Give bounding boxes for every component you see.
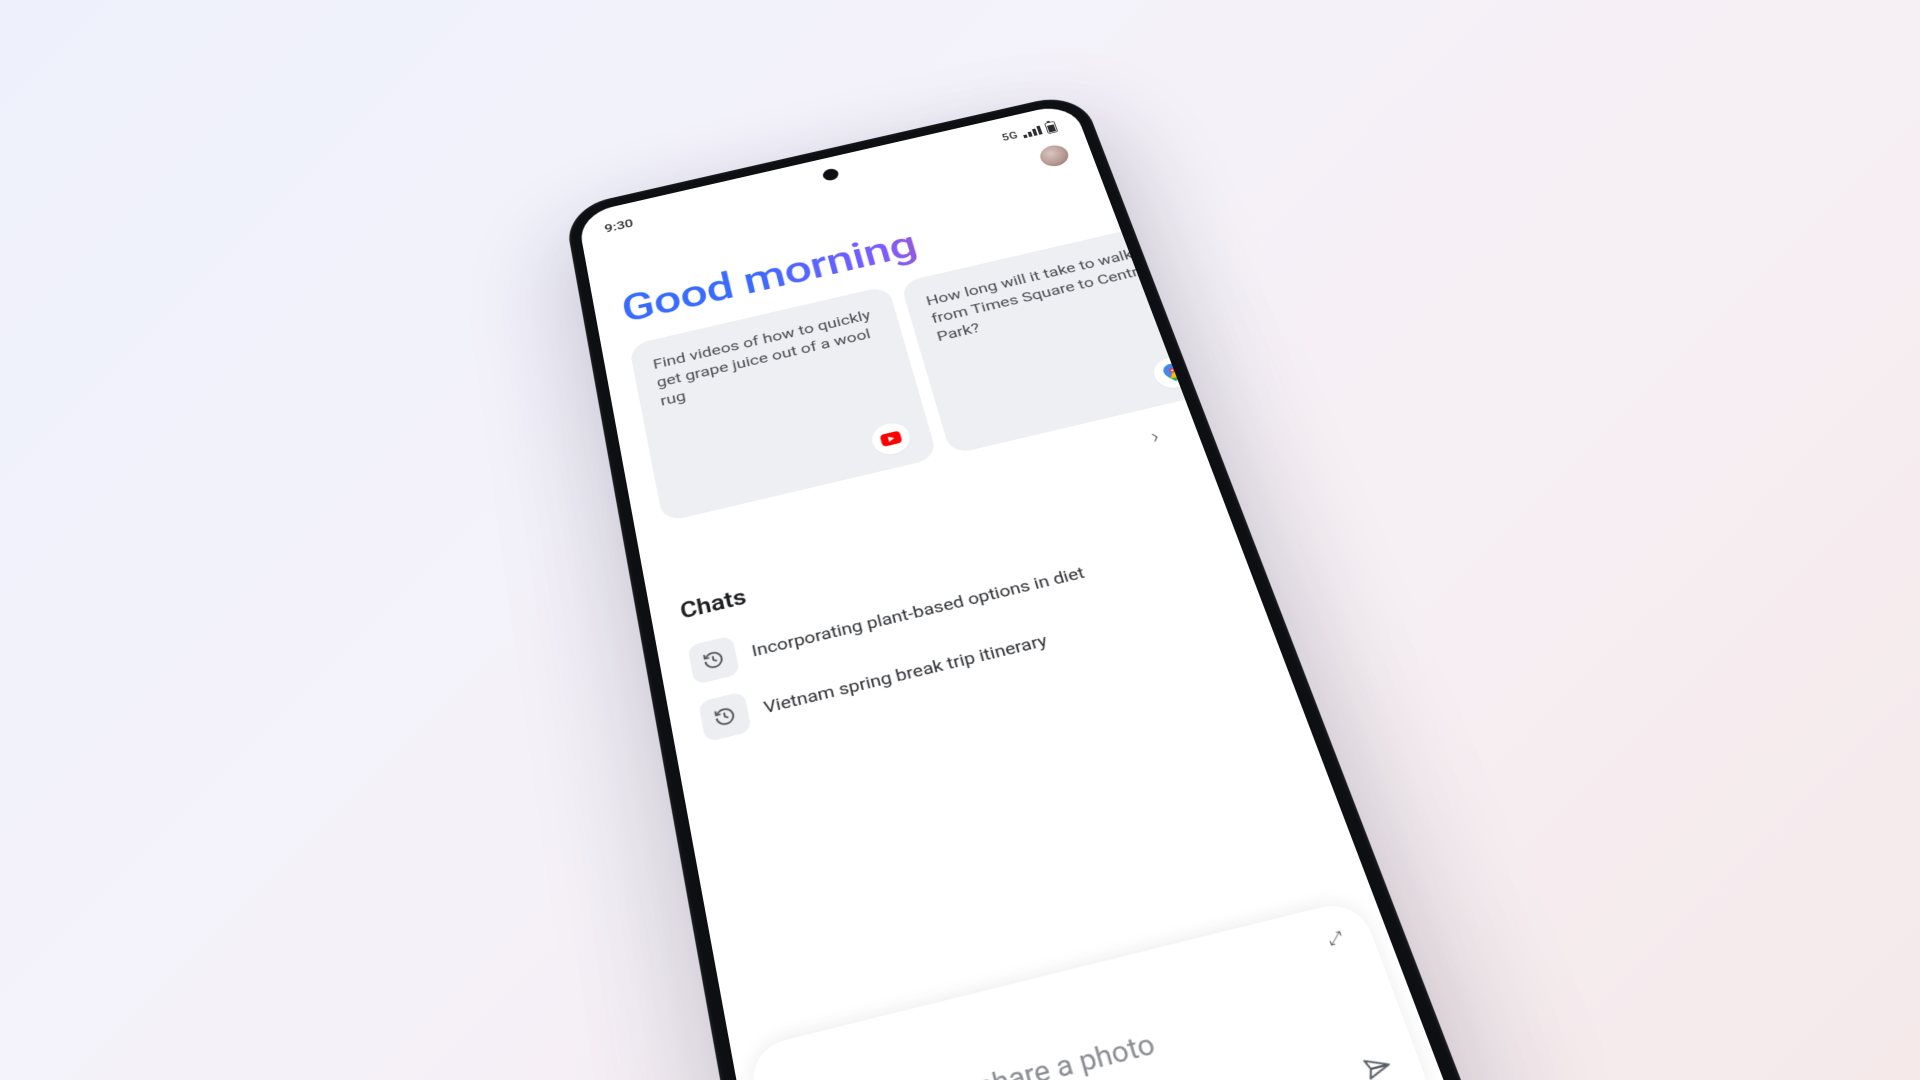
battery-icon bbox=[1044, 121, 1058, 134]
youtube-icon bbox=[869, 420, 914, 458]
send-icon[interactable] bbox=[1359, 1051, 1395, 1080]
phone-screen: 9:30 5G Good morning Find videos of how … bbox=[577, 102, 1462, 1080]
status-time: 9:30 bbox=[603, 217, 634, 236]
status-indicators: 5G bbox=[1000, 121, 1058, 144]
compose-bar[interactable]: ⤢ Type, talk, or share a photo bbox=[747, 898, 1441, 1080]
history-icon bbox=[698, 691, 752, 742]
cellular-icon bbox=[1021, 126, 1042, 139]
chevron-right-icon[interactable]: › bbox=[1147, 425, 1162, 449]
expand-icon[interactable]: ⤢ bbox=[1325, 927, 1348, 951]
input-placeholder: Type, talk, or share a photo bbox=[806, 1028, 1159, 1080]
compose-actions bbox=[805, 1038, 1400, 1080]
text-input[interactable]: Type, talk, or share a photo bbox=[793, 976, 1371, 1080]
phone-device: 9:30 5G Good morning Find videos of how … bbox=[564, 91, 1485, 1080]
network-label: 5G bbox=[1001, 130, 1020, 143]
suggestion-card-peek[interactable] bbox=[1168, 205, 1308, 388]
promo-backdrop: 9:30 5G Good morning Find videos of how … bbox=[0, 0, 1920, 1080]
history-icon bbox=[687, 635, 740, 685]
